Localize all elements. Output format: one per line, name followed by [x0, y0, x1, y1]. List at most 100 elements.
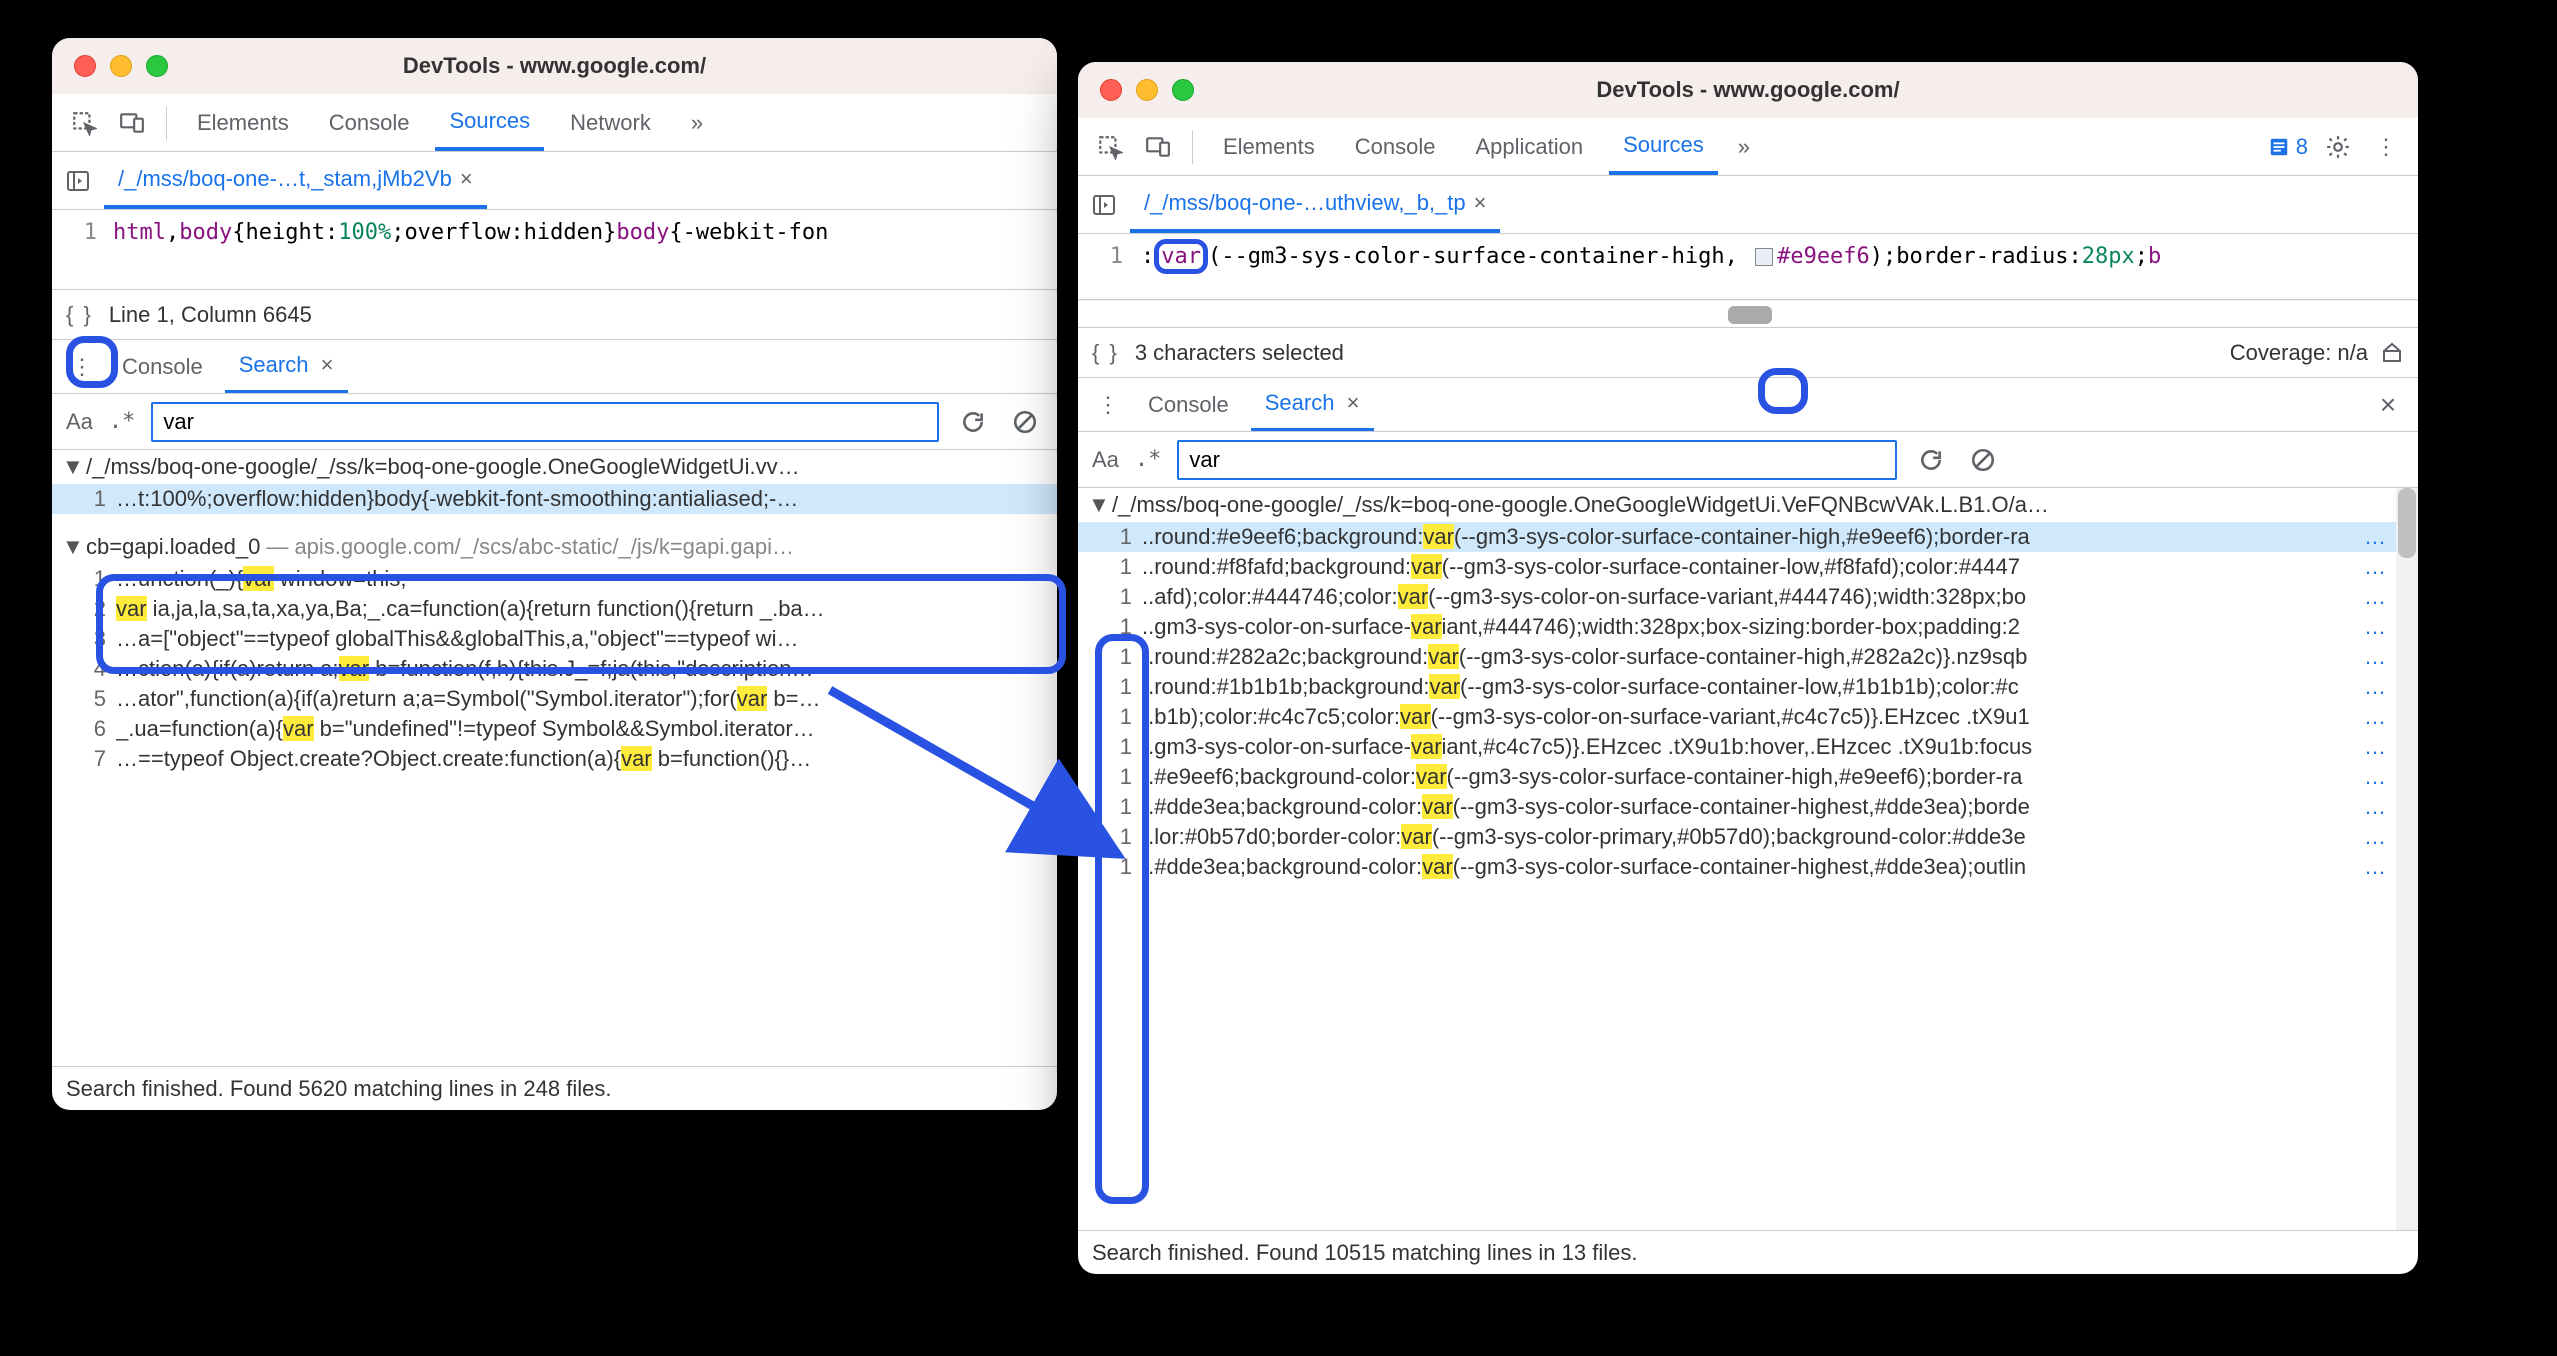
- minimize-window-button[interactable]: [1136, 79, 1158, 101]
- line-number: 1: [1106, 764, 1132, 790]
- match-case-toggle[interactable]: Aa: [1092, 447, 1119, 473]
- result-row[interactable]: 5…ator",function(a){if(a)return a;a=Symb…: [52, 684, 1057, 714]
- result-row[interactable]: 3…a=["object"==typeof globalThis&&global…: [52, 624, 1057, 654]
- clear-icon[interactable]: [1007, 404, 1043, 440]
- result-row[interactable]: 1..#e9eef6;background-color:var(--gm3-sy…: [1078, 762, 2396, 792]
- tab-console[interactable]: Console: [315, 94, 424, 151]
- search-input[interactable]: [1177, 440, 1897, 480]
- drawer-tab-console[interactable]: Console: [108, 340, 217, 393]
- tab-elements[interactable]: Elements: [183, 94, 303, 151]
- tab-sources[interactable]: Sources: [1609, 118, 1718, 175]
- result-row[interactable]: 1..#dde3ea;background-color:var(--gm3-sy…: [1078, 792, 2396, 822]
- search-status: Search finished. Found 10515 matching li…: [1078, 1230, 2418, 1274]
- result-text: ..round:#282a2c;background:var(--gm3-sys…: [1142, 644, 2354, 670]
- result-row[interactable]: 2var ia,ja,la,sa,ta,xa,ya,Ba;_.ca=functi…: [52, 594, 1057, 624]
- close-icon[interactable]: ×: [460, 166, 473, 192]
- close-icon[interactable]: ×: [1347, 390, 1360, 416]
- match-highlight: var: [1401, 824, 1432, 849]
- zoom-window-button[interactable]: [1172, 79, 1194, 101]
- line-number: 4: [80, 656, 106, 682]
- tab-network[interactable]: Network: [556, 94, 665, 151]
- result-row[interactable]: 1…unction(_){var window=this;: [52, 564, 1057, 594]
- settings-icon[interactable]: [2320, 129, 2356, 165]
- result-row[interactable]: 1..round:#1b1b1b;background:var(--gm3-sy…: [1078, 672, 2396, 702]
- result-row[interactable]: 1..gm3-sys-color-on-surface-variant,#444…: [1078, 612, 2396, 642]
- file-tab[interactable]: /_/mss/boq-one-…uthview,_b,_tp ×: [1130, 176, 1500, 233]
- expand-arrow-icon[interactable]: ▼: [62, 454, 80, 480]
- search-results[interactable]: ▼ /_/mss/boq-one-google/_/ss/k=boq-one-g…: [1078, 488, 2418, 1230]
- tab-elements[interactable]: Elements: [1209, 118, 1329, 175]
- result-row[interactable]: 1..b1b);color:#c4c7c5;color:var(--gm3-sy…: [1078, 702, 2396, 732]
- close-drawer-icon[interactable]: ×: [2370, 387, 2406, 423]
- code-editor[interactable]: 1 :var(--gm3-sys-color-surface-container…: [1078, 234, 2418, 300]
- regex-toggle[interactable]: .*: [1135, 447, 1162, 472]
- refresh-icon[interactable]: [955, 404, 991, 440]
- result-file-header[interactable]: ▼ cb=gapi.loaded_0 — apis.google.com/_/s…: [52, 530, 1057, 564]
- coverage-icon[interactable]: [2380, 341, 2404, 365]
- braces-icon[interactable]: { }: [1092, 340, 1119, 366]
- search-field[interactable]: [1189, 447, 1885, 473]
- device-icon[interactable]: [1140, 129, 1176, 165]
- color-swatch[interactable]: [1755, 248, 1773, 266]
- close-icon[interactable]: ×: [1474, 190, 1487, 216]
- scrollbar-thumb[interactable]: [2398, 488, 2416, 558]
- drawer-menu-icon[interactable]: ⋮: [1090, 387, 1126, 423]
- result-row[interactable]: 1..gm3-sys-color-on-surface-variant,#c4c…: [1078, 732, 2396, 762]
- clear-icon[interactable]: [1965, 442, 2001, 478]
- close-window-button[interactable]: [1100, 79, 1122, 101]
- match-case-toggle[interactable]: Aa: [66, 409, 93, 435]
- tab-application[interactable]: Application: [1461, 118, 1597, 175]
- scrollbar[interactable]: [2396, 488, 2418, 1230]
- code-editor[interactable]: 1 html,body{height:100%;overflow:hidden}…: [52, 210, 1057, 290]
- drawer-menu-icon[interactable]: ⋮: [64, 349, 100, 385]
- search-field[interactable]: [163, 409, 927, 435]
- result-row[interactable]: 6_.ua=function(a){var b="undefined"!=typ…: [52, 714, 1057, 744]
- navigator-toggle-icon[interactable]: [1086, 187, 1122, 223]
- navigator-toggle-icon[interactable]: [60, 163, 96, 199]
- selected-text: var: [1154, 239, 1208, 274]
- drawer-tab-search[interactable]: Search ×: [225, 340, 348, 393]
- drawer-tab-console[interactable]: Console: [1134, 378, 1243, 431]
- match-highlight: var: [1411, 734, 1442, 759]
- result-file-header[interactable]: ▼ /_/mss/boq-one-google/_/ss/k=boq-one-g…: [1078, 488, 2396, 522]
- expand-arrow-icon[interactable]: ▼: [62, 534, 80, 560]
- tab-overflow[interactable]: »: [677, 94, 717, 151]
- drawer-search-label: Search: [1265, 390, 1335, 416]
- tab-console[interactable]: Console: [1341, 118, 1450, 175]
- refresh-icon[interactable]: [1913, 442, 1949, 478]
- search-input[interactable]: [151, 402, 939, 442]
- search-results[interactable]: ▼ /_/mss/boq-one-google/_/ss/k=boq-one-g…: [52, 450, 1057, 1066]
- ellipsis: …: [2364, 704, 2386, 730]
- minimize-window-button[interactable]: [110, 55, 132, 77]
- result-file-header[interactable]: ▼ /_/mss/boq-one-google/_/ss/k=boq-one-g…: [52, 450, 1057, 484]
- inspect-icon[interactable]: [1092, 129, 1128, 165]
- editor-minimap[interactable]: [1078, 300, 2418, 328]
- result-row[interactable]: 1..round:#282a2c;background:var(--gm3-sy…: [1078, 642, 2396, 672]
- regex-toggle[interactable]: .*: [109, 409, 136, 434]
- result-row[interactable]: 1 …t:100%;overflow:hidden}body{-webkit-f…: [52, 484, 1057, 514]
- close-icon[interactable]: ×: [321, 352, 334, 378]
- result-row[interactable]: 1..round:#f8fafd;background:var(--gm3-sy…: [1078, 552, 2396, 582]
- result-row[interactable]: 4…ction(a){if(a)return a;var b=function(…: [52, 654, 1057, 684]
- file-tab[interactable]: /_/mss/boq-one-…t,_stam,jMb2Vb ×: [104, 152, 487, 209]
- result-row[interactable]: 1..afd);color:#444746;color:var(--gm3-sy…: [1078, 582, 2396, 612]
- devtools-window-right: DevTools - www.google.com/ Elements Cons…: [1078, 62, 2418, 1274]
- result-row[interactable]: 1..lor:#0b57d0;border-color:var(--gm3-sy…: [1078, 822, 2396, 852]
- tab-sources[interactable]: Sources: [435, 94, 544, 151]
- device-icon[interactable]: [114, 105, 150, 141]
- expand-arrow-icon[interactable]: ▼: [1088, 492, 1106, 518]
- more-menu-icon[interactable]: ⋮: [2368, 129, 2404, 165]
- minimap-thumb[interactable]: [1728, 306, 1772, 324]
- braces-icon[interactable]: { }: [66, 302, 93, 328]
- result-row[interactable]: 1..#dde3ea;background-color:var(--gm3-sy…: [1078, 852, 2396, 882]
- drawer-tab-search[interactable]: Search ×: [1251, 378, 1374, 431]
- match-highlight: var: [283, 716, 314, 741]
- match-highlight: var: [1422, 854, 1453, 879]
- inspect-icon[interactable]: [66, 105, 102, 141]
- result-row[interactable]: 7…==typeof Object.create?Object.create:f…: [52, 744, 1057, 774]
- issues-badge[interactable]: 8: [2268, 134, 2308, 160]
- close-window-button[interactable]: [74, 55, 96, 77]
- zoom-window-button[interactable]: [146, 55, 168, 77]
- result-row[interactable]: 1..round:#e9eef6;background:var(--gm3-sy…: [1078, 522, 2396, 552]
- tab-overflow[interactable]: »: [1730, 118, 1758, 175]
